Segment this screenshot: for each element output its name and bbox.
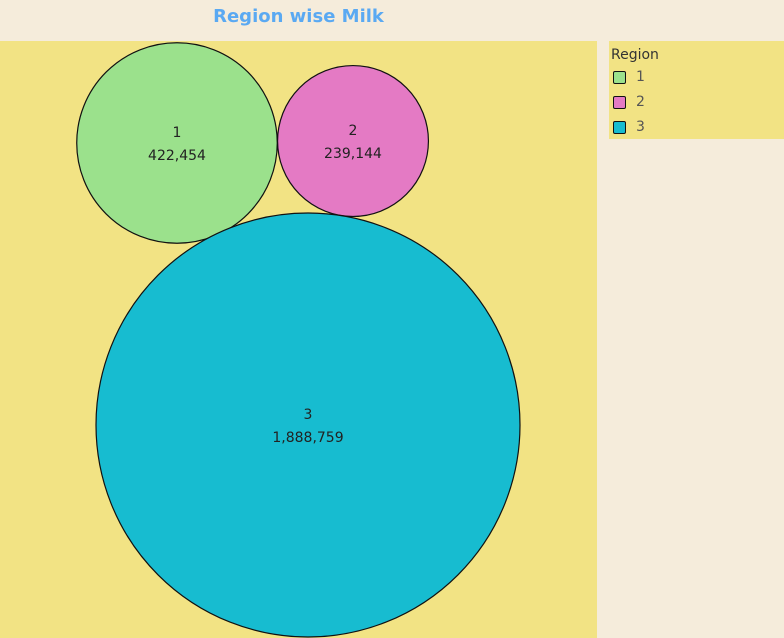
bubble-region-3[interactable] xyxy=(95,212,521,638)
legend-item-3[interactable]: 3 xyxy=(613,118,645,136)
bubble-chart: 1 422,454 2 239,144 3 1,888,759 xyxy=(76,42,521,638)
bubble-label-2: 2 xyxy=(349,123,358,139)
bubble-region-2[interactable] xyxy=(276,64,430,218)
bubble-label-3: 3 xyxy=(304,407,313,423)
legend-label-3: 3 xyxy=(636,119,645,135)
legend-swatch-1 xyxy=(613,70,626,84)
legend-title: Region xyxy=(611,47,659,63)
chart-title: Region wise Milk xyxy=(213,6,384,27)
plot-area: 1 422,454 2 239,144 3 1,888,759 xyxy=(0,41,597,638)
bubble-region-1[interactable] xyxy=(76,42,278,244)
bubble-value-2: 239,144 xyxy=(324,146,382,162)
legend-label-2: 2 xyxy=(636,94,645,110)
legend-label-1: 1 xyxy=(636,69,645,85)
legend: Region 1 2 3 xyxy=(609,41,784,139)
legend-swatch-3 xyxy=(613,120,626,134)
legend-item-2[interactable]: 2 xyxy=(613,93,645,111)
legend-item-1[interactable]: 1 xyxy=(613,68,645,86)
legend-swatch-2 xyxy=(613,95,626,109)
bubble-value-1: 422,454 xyxy=(148,148,206,164)
bubble-value-3: 1,888,759 xyxy=(272,430,343,446)
bubble-label-1: 1 xyxy=(173,125,182,141)
